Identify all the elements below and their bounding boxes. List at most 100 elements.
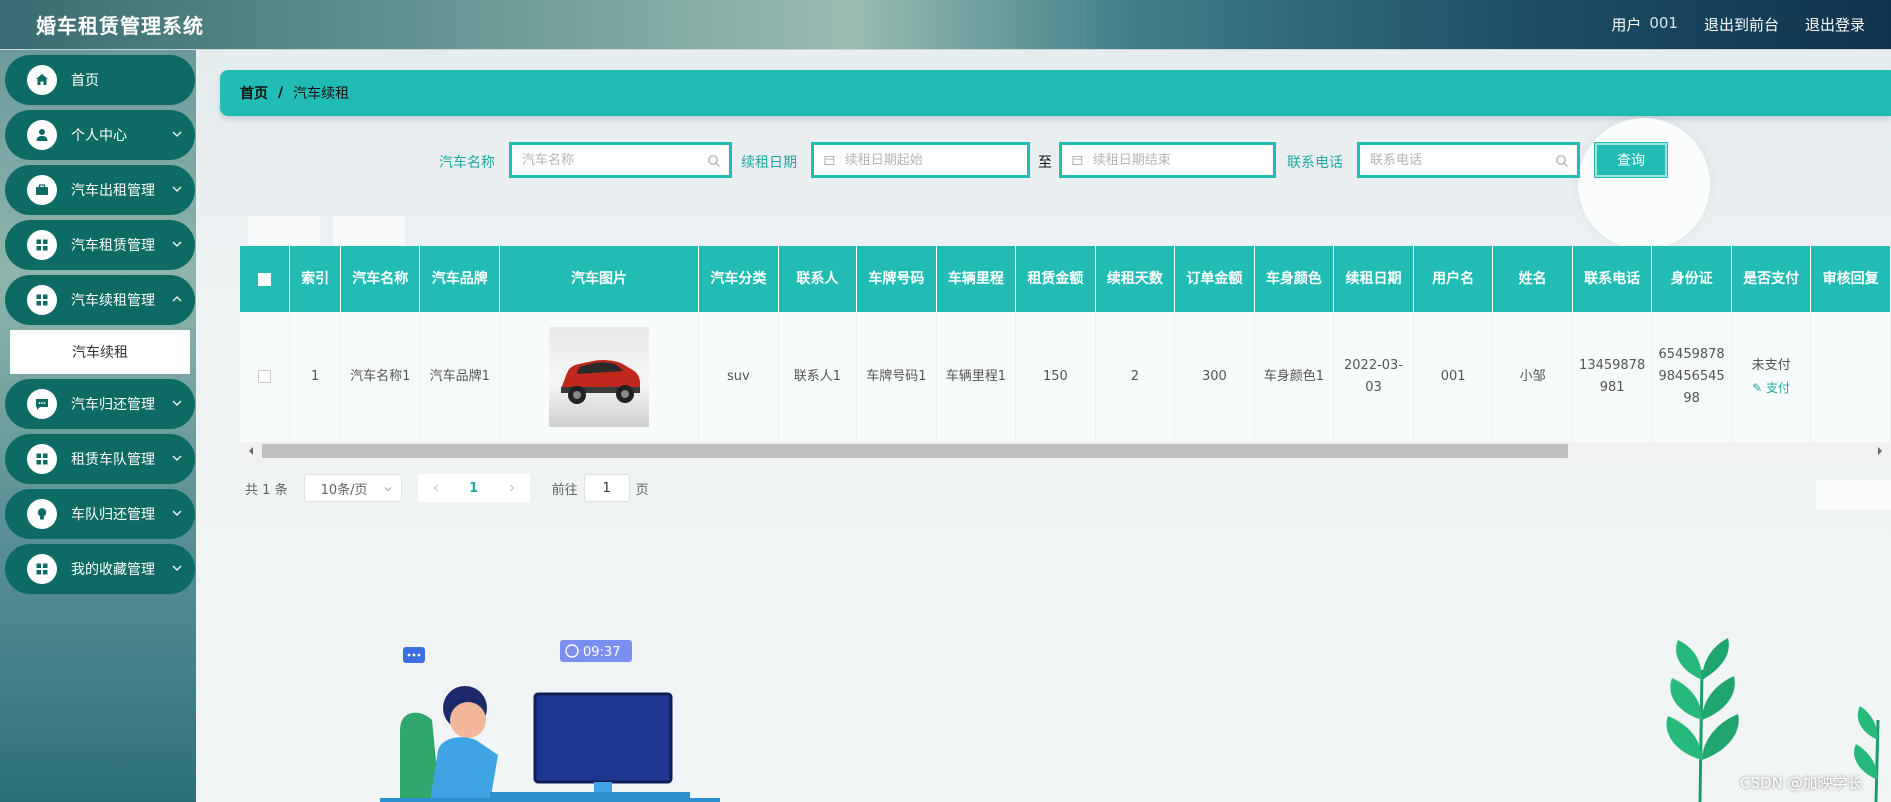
index-cell: 1 xyxy=(289,312,341,442)
sidebar-item-label: 车队归还管理 xyxy=(71,507,155,523)
page-navigator: 1 xyxy=(417,474,530,502)
column-header: 续租日期 xyxy=(1333,246,1414,312)
decorative-block xyxy=(248,216,320,246)
goto-page-input[interactable]: 1 xyxy=(583,474,630,502)
renewal-date-end-input[interactable] xyxy=(1092,152,1263,168)
chevron-down-icon xyxy=(172,455,182,461)
column-header: 续租天数 xyxy=(1095,246,1176,312)
date-cell: 2022-03-03 xyxy=(1333,312,1414,442)
query-button[interactable]: 查询 xyxy=(1595,143,1667,177)
column-header: 车牌号码 xyxy=(856,246,937,312)
chevron-down-icon xyxy=(172,186,182,192)
review-reply-cell xyxy=(1810,312,1891,442)
grid-icon xyxy=(27,285,57,315)
pay-icon: ✎ xyxy=(1752,380,1763,395)
total-suffix: 条 xyxy=(274,482,288,498)
sidebar-item-fleet-return[interactable]: 车队归还管理 xyxy=(5,489,195,539)
column-header: 是否支付 xyxy=(1731,246,1812,312)
car-name-label: 汽车名称 xyxy=(439,155,495,171)
sidebar-item-personal-center[interactable]: 个人中心 xyxy=(5,110,195,160)
id-card-cell: 654598789845654598 xyxy=(1651,312,1732,442)
breadcrumb-home[interactable]: 首页 xyxy=(240,83,268,103)
row-checkbox[interactable] xyxy=(258,369,272,383)
column-header: 姓名 xyxy=(1492,246,1573,312)
chevron-down-icon xyxy=(172,400,182,406)
sidebar-item-label: 汽车出租管理 xyxy=(71,183,155,199)
column-header: 索引 xyxy=(289,246,341,312)
current-page[interactable]: 1 xyxy=(454,474,494,502)
exit-to-front-link[interactable]: 退出到前台 xyxy=(1704,14,1779,35)
chevron-right-icon xyxy=(509,484,514,492)
sidebar-item-label: 个人中心 xyxy=(71,128,127,144)
renewal-date-label: 续租日期 xyxy=(741,155,797,171)
user-icon xyxy=(27,120,57,150)
sidebar-menu: 首页 个人中心 汽车出租管理 汽车租赁管理 汽车续租管理 汽车续租 汽车归还管理… xyxy=(5,55,195,599)
workspace-illustration: 09:37 xyxy=(380,640,720,802)
pay-button[interactable]: ✎ 支付 xyxy=(1738,377,1804,399)
briefcase-icon xyxy=(27,175,57,205)
total-prefix: 共 xyxy=(245,482,259,498)
sidebar-item-fleet-lease[interactable]: 租赁车队管理 xyxy=(5,434,195,484)
sidebar-item-car-renewal[interactable]: 汽车续租管理 xyxy=(5,275,195,325)
column-header: 汽车品牌 xyxy=(419,246,500,312)
car-name-input[interactable] xyxy=(522,152,719,168)
plate-cell: 车牌号码1 xyxy=(856,312,937,442)
sidebar-item-label: 汽车续租管理 xyxy=(71,293,155,309)
logout-link[interactable]: 退出登录 xyxy=(1805,14,1865,35)
color-cell: 车身颜色1 xyxy=(1254,312,1335,442)
sidebar: 首页 个人中心 汽车出租管理 汽车租赁管理 汽车续租管理 汽车续租 汽车归还管理… xyxy=(0,50,196,802)
goto-prefix: 前往 xyxy=(551,482,578,498)
sidebar-subitem-car-renewal[interactable]: 汽车续租 xyxy=(10,330,190,374)
home-icon xyxy=(27,65,57,95)
pay-label: 支付 xyxy=(1766,380,1791,395)
column-header: 车身颜色 xyxy=(1254,246,1335,312)
renewal-date-start-input[interactable] xyxy=(844,152,1017,168)
breadcrumb-current: 汽车续租 xyxy=(293,86,350,102)
scrollbar-thumb[interactable] xyxy=(262,444,1568,458)
calendar-icon xyxy=(824,155,835,165)
horizontal-scrollbar[interactable] xyxy=(240,442,1891,460)
sidebar-item-car-return[interactable]: 汽车归还管理 xyxy=(5,379,195,429)
sidebar-item-car-rental-out[interactable]: 汽车出租管理 xyxy=(5,165,195,215)
column-header: 联系电话 xyxy=(1572,246,1653,312)
car-icon xyxy=(561,359,640,404)
prev-page-button[interactable] xyxy=(418,474,454,502)
column-header: 订单金额 xyxy=(1174,246,1255,312)
select-all-checkbox[interactable] xyxy=(258,272,272,286)
order-amount-cell: 300 xyxy=(1174,312,1255,442)
grid-icon xyxy=(27,554,57,584)
date-range-separator: 至 xyxy=(1038,155,1052,171)
renewal-date-end-field[interactable] xyxy=(1059,142,1276,178)
renewal-date-start-field[interactable] xyxy=(811,142,1030,178)
chevron-up-icon xyxy=(172,296,182,302)
scroll-left-icon[interactable] xyxy=(246,446,256,456)
username-cell: 001 xyxy=(1413,312,1494,442)
chevron-left-icon xyxy=(433,484,438,492)
paid-cell: 未支付 ✎ 支付 xyxy=(1731,312,1812,442)
column-header: 联系人 xyxy=(778,246,858,312)
car-image[interactable] xyxy=(549,326,649,427)
page-size-value: 10条/页 xyxy=(320,482,368,498)
column-header: 审核回复 xyxy=(1810,246,1891,312)
table-row[interactable]: 1 汽车名称1 汽车品牌1 suv 联系人1 车牌号码1 车辆里程1 150 2… xyxy=(240,312,1891,442)
name-cell: 小邹 xyxy=(1492,312,1573,442)
phone-input[interactable] xyxy=(1370,152,1567,168)
total-value: 1 xyxy=(262,482,271,498)
sidebar-item-car-lease[interactable]: 汽车租赁管理 xyxy=(5,220,195,270)
sidebar-item-label: 汽车租赁管理 xyxy=(71,238,155,254)
next-page-button[interactable] xyxy=(494,474,530,502)
sidebar-item-favorites[interactable]: 我的收藏管理 xyxy=(5,544,195,594)
decorative-block xyxy=(1816,480,1891,510)
column-header: 汽车图片 xyxy=(499,246,700,312)
scroll-right-icon[interactable] xyxy=(1875,446,1885,456)
grid-icon xyxy=(27,444,57,474)
calendar-icon xyxy=(1072,155,1083,165)
pagination: 共 1 条 10条/页 1 前往 1 页 xyxy=(245,474,649,502)
sidebar-item-home[interactable]: 首页 xyxy=(5,55,195,105)
phone-field[interactable] xyxy=(1357,142,1580,178)
car-name-field[interactable] xyxy=(509,142,732,178)
row-select-cell xyxy=(240,312,291,442)
sidebar-item-label: 我的收藏管理 xyxy=(71,562,155,578)
user-name: 001 xyxy=(1649,14,1678,32)
page-size-select[interactable]: 10条/页 xyxy=(303,474,402,502)
